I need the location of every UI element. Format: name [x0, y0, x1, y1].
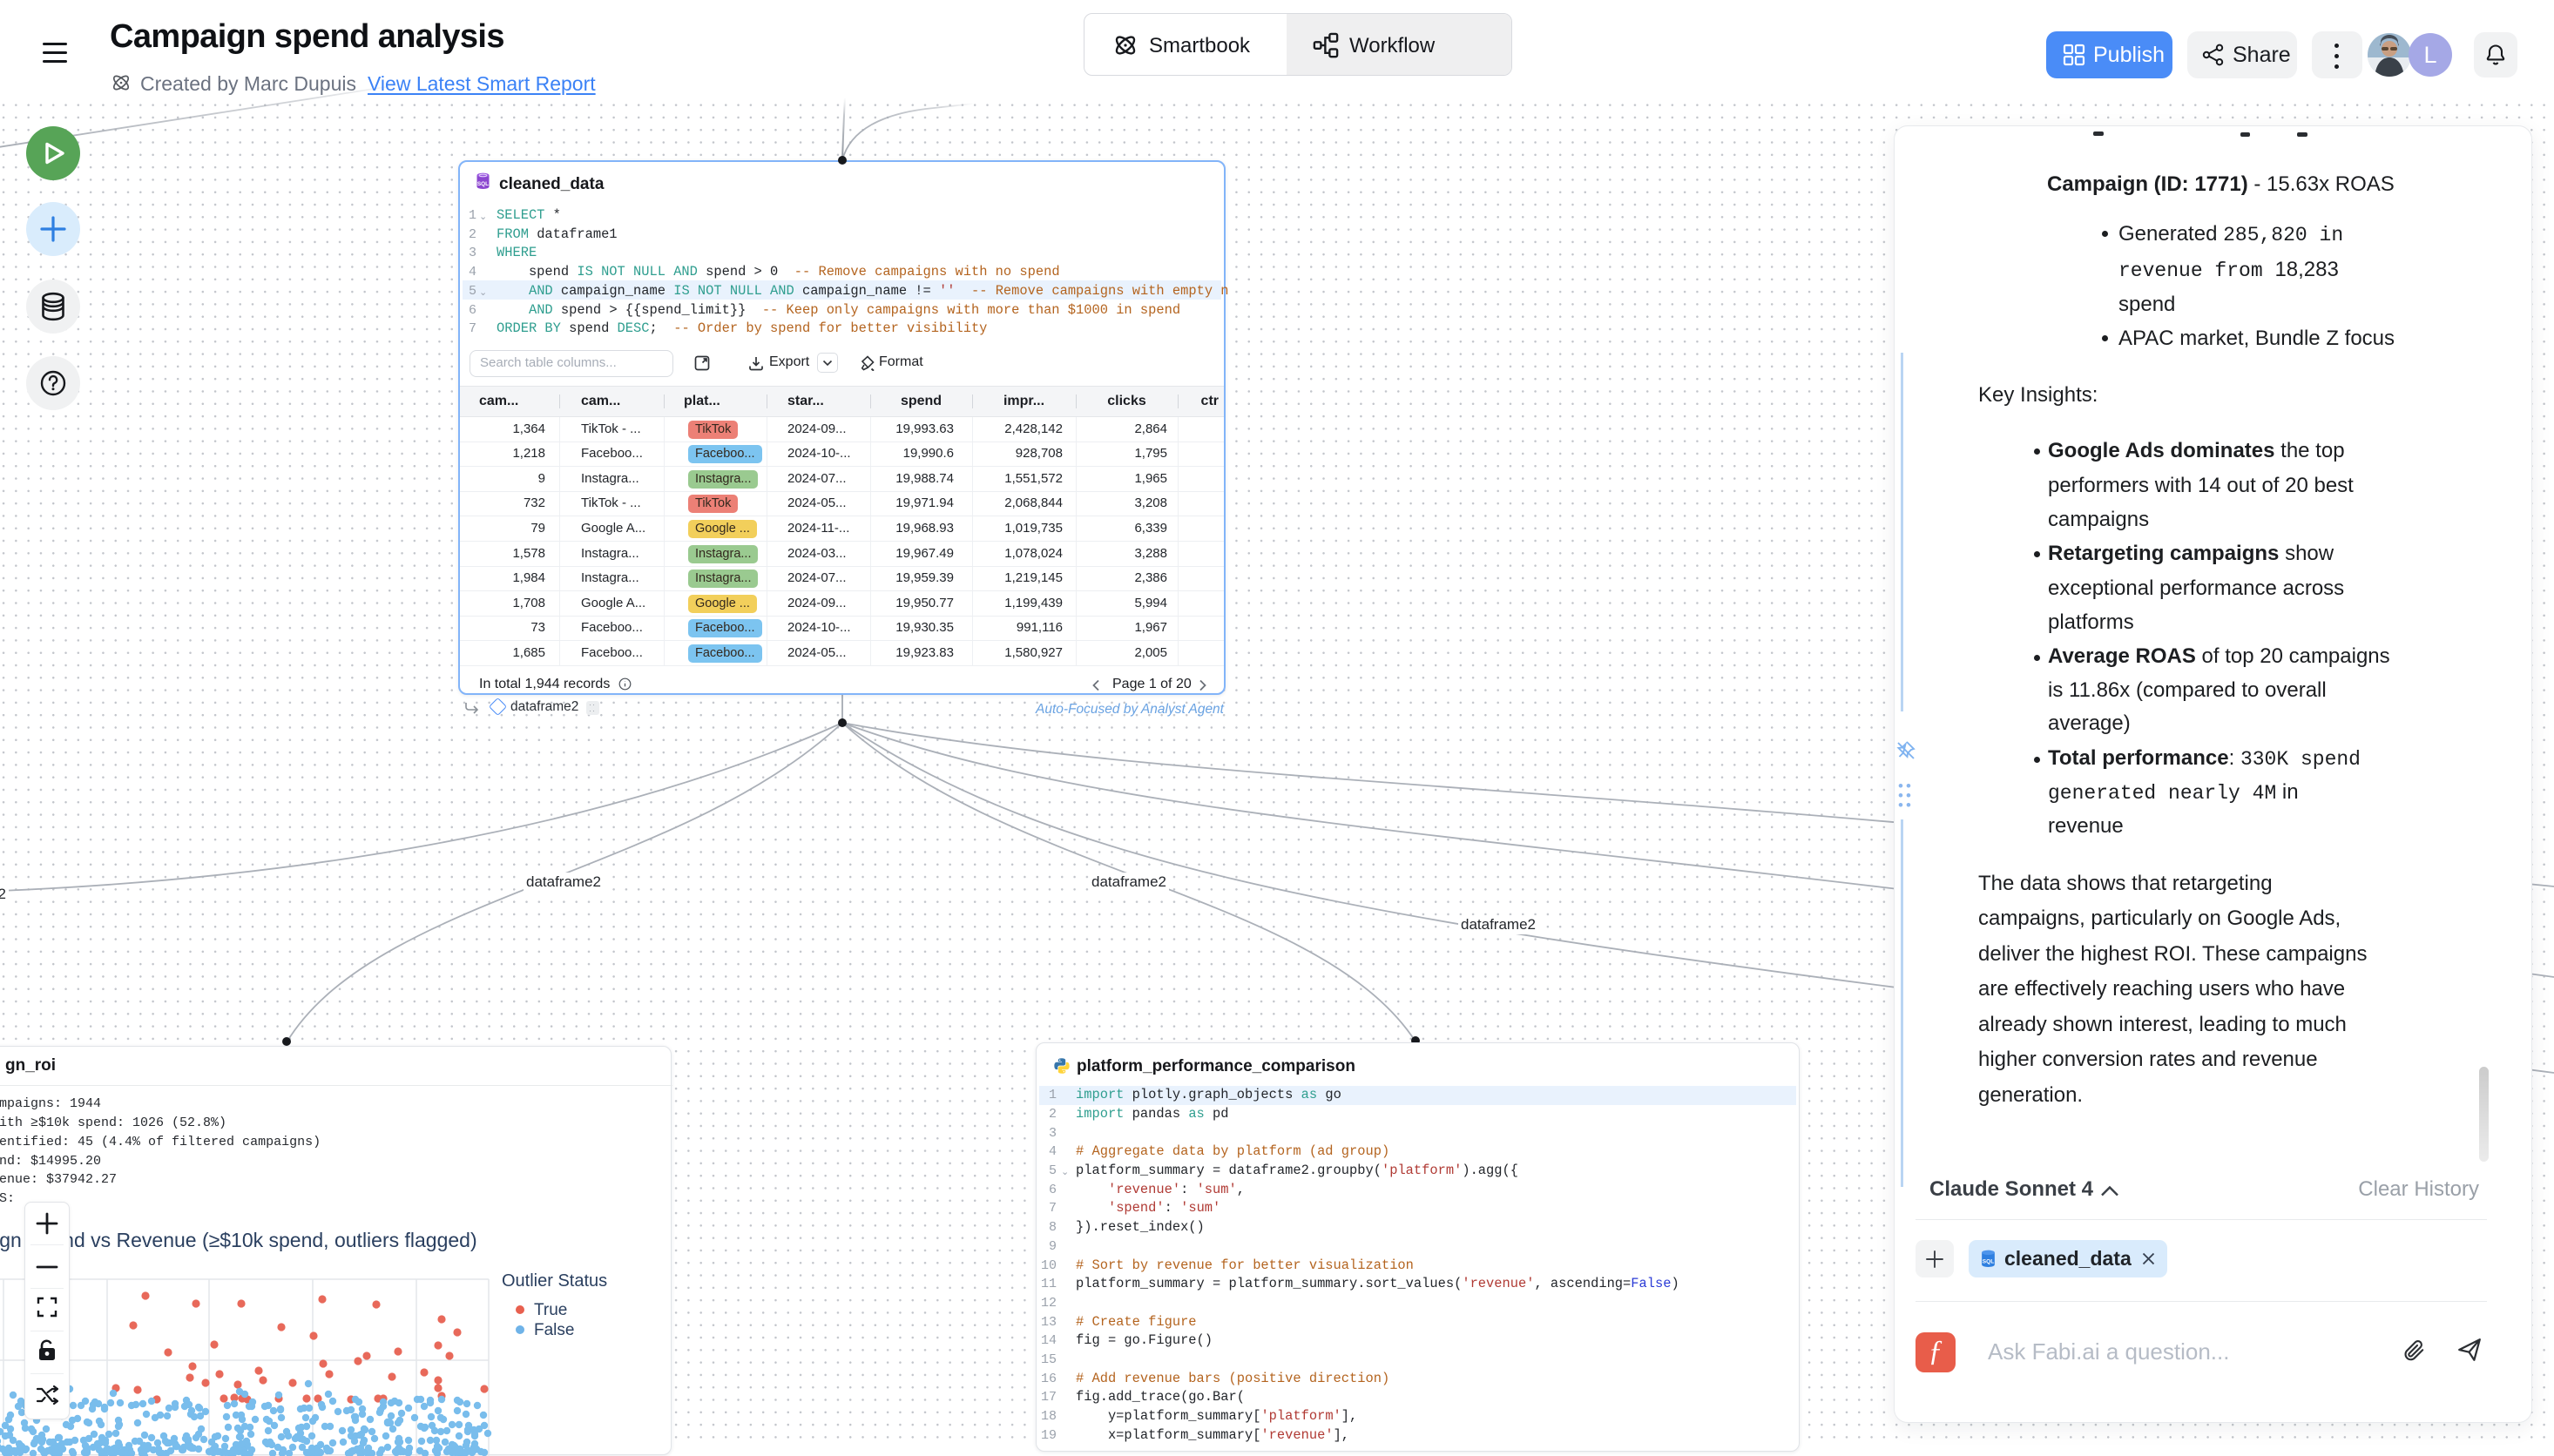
svg-text:SQL: SQL — [1983, 1259, 1994, 1265]
svg-text:SQL: SQL — [477, 181, 489, 187]
